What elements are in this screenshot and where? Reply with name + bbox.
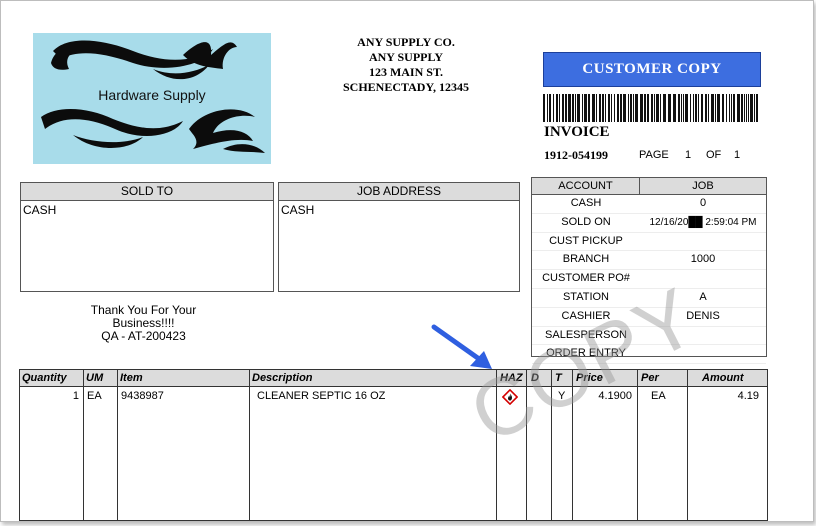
sold-to-header: SOLD TO xyxy=(21,183,273,201)
job-address-value: CASH xyxy=(281,203,315,217)
annotation-arrow-icon xyxy=(431,324,492,369)
account-header: ACCOUNT xyxy=(532,178,640,194)
col-item: Item xyxy=(120,372,143,384)
line-items-table: Quantity UM Item Description HAZ D T Pri… xyxy=(19,369,768,521)
account-row-value: 1000 xyxy=(690,253,716,266)
row-quantity: 1 xyxy=(72,390,79,402)
sold-to-value: CASH xyxy=(23,203,57,217)
row-um: EA xyxy=(87,390,102,402)
company-address: ANY SUPPLY CO. ANY SUPPLY 123 MAIN ST. S… xyxy=(301,35,511,95)
invoice-number: 1912-054199 xyxy=(544,148,608,162)
row-description: CLEANER SEPTIC 16 OZ xyxy=(257,390,386,402)
company-name: ANY SUPPLY CO. xyxy=(357,35,455,49)
page-number: 1 xyxy=(685,149,692,161)
of-label: OF xyxy=(706,149,722,161)
job-address-box: JOB ADDRESS CASH xyxy=(278,182,520,292)
col-amount: Amount xyxy=(702,372,744,384)
account-row-label: CASH xyxy=(570,197,602,209)
account-row-label: BRANCH xyxy=(562,253,610,266)
company-city: SCHENECTADY, 12345 xyxy=(342,80,470,94)
logo-text: Hardware Supply xyxy=(98,87,206,103)
thank-you-note: Thank You For Your Business!!!! QA - AT-… xyxy=(71,304,216,343)
account-row: SOLD ON 12/16/20██ 2:59:04 PM xyxy=(532,214,766,233)
thanks-line-3: QA - AT-200423 xyxy=(101,329,186,343)
col-description: Description xyxy=(252,372,313,384)
account-row-value xyxy=(640,233,766,251)
col-quantity: Quantity xyxy=(22,372,67,384)
row-per: EA xyxy=(651,390,666,402)
company-street: 123 MAIN ST. xyxy=(368,65,444,79)
row-item: 9438987 xyxy=(121,390,164,402)
row-amount: 4.19 xyxy=(737,390,759,402)
barcode xyxy=(543,94,758,122)
company-logo: Hardware Supply xyxy=(33,33,271,164)
account-panel-header: ACCOUNT JOB xyxy=(532,178,766,195)
page-total: 1 xyxy=(734,149,741,161)
account-row-value: 12/16/20██ 2:59:04 PM xyxy=(649,216,757,228)
company-line2: ANY SUPPLY xyxy=(368,50,444,64)
account-row: CASH 0 xyxy=(532,195,766,214)
sold-to-box: SOLD TO CASH xyxy=(20,182,274,292)
account-row: BRANCH 1000 xyxy=(532,251,766,271)
account-row-label: CUST PICKUP xyxy=(549,234,623,247)
invoice-document: Hardware Supply ANY SUPPLY CO. ANY SUPPL… xyxy=(0,0,814,522)
col-um: UM xyxy=(86,372,104,384)
account-row-value: 0 xyxy=(699,197,707,209)
account-row: CUST PICKUP xyxy=(532,233,766,252)
job-address-header: JOB ADDRESS xyxy=(279,183,519,201)
invoice-label: INVOICE xyxy=(544,124,610,140)
account-row-label: CUSTOMER PO# xyxy=(542,272,630,285)
job-header: JOB xyxy=(640,178,766,194)
customer-copy-button[interactable]: CUSTOMER COPY xyxy=(543,52,761,87)
account-row-label: SOLD ON xyxy=(561,215,611,228)
page-label: PAGE xyxy=(639,149,669,161)
